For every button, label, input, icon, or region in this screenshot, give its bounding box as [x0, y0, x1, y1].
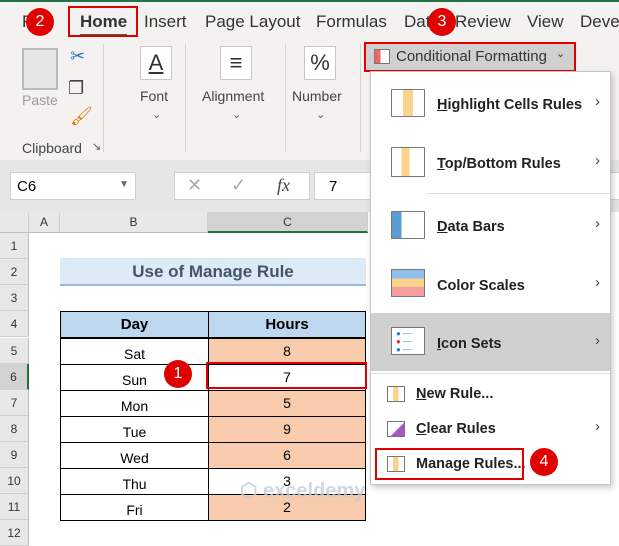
- tab-view[interactable]: View: [527, 12, 564, 32]
- menu-item-data-bars[interactable]: Data Bars ›: [371, 195, 610, 255]
- menu-label: Clear Rules: [416, 421, 496, 437]
- chevron-right-icon: ›: [595, 93, 600, 110]
- chevron-right-icon: ›: [595, 332, 600, 349]
- highlight-cells-icon: [391, 89, 425, 117]
- menu-label: New Rule...: [416, 386, 494, 402]
- enter-icon[interactable]: ✓: [231, 175, 246, 196]
- sheet-title: Use of Manage Rule: [60, 258, 366, 286]
- format-painter-icon[interactable]: 🖌: [70, 106, 93, 127]
- step-badge-3: 3: [428, 8, 456, 36]
- cell-day[interactable]: Fri: [60, 494, 209, 521]
- cancel-icon[interactable]: ✕: [187, 175, 202, 196]
- header-hours: Hours: [208, 311, 366, 338]
- top-bottom-icon: [391, 147, 425, 177]
- cond-format-highlight-box: [364, 42, 576, 72]
- row-header-4[interactable]: 4: [0, 311, 29, 337]
- dialog-launcher-icon[interactable]: ↘: [92, 140, 101, 153]
- paste-icon[interactable]: [22, 48, 58, 90]
- name-box[interactable]: C6 ▼: [10, 172, 136, 200]
- name-box-value: C6: [17, 178, 37, 195]
- row-header-5[interactable]: 5: [0, 338, 29, 364]
- row-header-12[interactable]: 12: [0, 520, 29, 546]
- menu-label: Color Scales: [437, 278, 525, 294]
- formula-buttons: ✕ ✓ fx: [174, 172, 310, 200]
- step-badge-1: 1: [164, 360, 192, 388]
- menu-item-new-rule[interactable]: New Rule...: [371, 378, 610, 410]
- row-header-11[interactable]: 11: [0, 494, 29, 520]
- column-header-b[interactable]: B: [60, 212, 208, 233]
- paste-button[interactable]: Paste: [22, 92, 58, 108]
- menu-item-highlight-cells-rules[interactable]: Highlight Cells Rules ›: [371, 73, 610, 133]
- row-header-7[interactable]: 7: [0, 390, 29, 416]
- font-group-button[interactable]: Font: [140, 88, 168, 104]
- row-header-2[interactable]: 2: [0, 259, 29, 285]
- clear-rules-icon: [387, 421, 405, 437]
- chevron-right-icon: ›: [595, 274, 600, 291]
- cell-hours[interactable]: 5: [208, 390, 366, 417]
- chevron-right-icon: ›: [595, 215, 600, 232]
- select-all[interactable]: [0, 212, 29, 233]
- menu-item-icon-sets[interactable]: ● — ● — ● — Icon Sets ›: [371, 313, 610, 371]
- icon-sets-icon: ● — ● — ● —: [391, 327, 425, 355]
- cell-hours[interactable]: 9: [208, 416, 366, 443]
- step-badge-4: 4: [530, 448, 558, 476]
- manage-rules-highlight-box: [375, 448, 524, 480]
- menu-label: Icon Sets: [437, 336, 502, 352]
- column-header-a[interactable]: A: [29, 212, 60, 233]
- cell-hours[interactable]: 6: [208, 442, 366, 469]
- new-rule-icon: [387, 386, 405, 402]
- menu-item-top-bottom-rules[interactable]: Top/Bottom Rules ›: [371, 133, 610, 193]
- row-header-3[interactable]: 3: [0, 285, 29, 311]
- menu-label: Highlight Cells Rules: [437, 97, 583, 113]
- percent-icon[interactable]: %: [304, 46, 336, 80]
- conditional-formatting-menu: Highlight Cells Rules › Top/Bottom Rules…: [370, 71, 611, 485]
- watermark-logo: ⬡ exceldemy: [240, 480, 366, 502]
- tab-page-layout[interactable]: Page Layout: [205, 12, 300, 32]
- cell-day[interactable]: Sat: [60, 338, 209, 365]
- clipboard-group-label: Clipboard: [22, 140, 82, 156]
- row-header-9[interactable]: 9: [0, 442, 29, 468]
- row-header-8[interactable]: 8: [0, 416, 29, 442]
- insert-function-icon[interactable]: fx: [277, 175, 290, 196]
- selected-cell-c6: [206, 362, 367, 389]
- column-header-c[interactable]: C: [208, 212, 368, 233]
- row-header-6[interactable]: 6: [0, 364, 29, 390]
- cell-day[interactable]: Thu: [60, 468, 209, 495]
- menu-label: Top/Bottom Rules: [437, 156, 561, 172]
- chevron-right-icon: ›: [595, 152, 600, 169]
- header-day: Day: [60, 311, 209, 338]
- cell-day[interactable]: Wed: [60, 442, 209, 469]
- menu-item-color-scales[interactable]: Color Scales ›: [371, 255, 610, 313]
- home-highlight-box: [68, 6, 138, 37]
- row-header-1[interactable]: 1: [0, 233, 29, 259]
- cell-hours[interactable]: 8: [208, 338, 366, 365]
- dropdown-icon: ▼: [119, 179, 129, 190]
- formula-value: 7: [329, 178, 338, 195]
- tab-insert[interactable]: Insert: [144, 12, 187, 32]
- alignment-icon[interactable]: ≡: [220, 46, 252, 80]
- alignment-group-button[interactable]: Alignment: [202, 88, 264, 104]
- number-group-button[interactable]: Number: [292, 88, 342, 104]
- font-icon[interactable]: A: [140, 46, 172, 80]
- tab-formulas[interactable]: Formulas: [316, 12, 387, 32]
- row-header-10[interactable]: 10: [0, 468, 29, 494]
- data-bars-icon: [391, 211, 425, 239]
- cut-icon[interactable]: ✂: [70, 46, 85, 67]
- copy-icon[interactable]: ❐: [68, 78, 84, 99]
- tab-developer[interactable]: Deve: [580, 12, 619, 32]
- menu-label: Data Bars: [437, 219, 505, 235]
- menu-item-clear-rules[interactable]: Clear Rules ›: [371, 413, 610, 445]
- step-badge-2: 2: [26, 8, 54, 36]
- tab-review[interactable]: Review: [455, 12, 511, 32]
- cell-day[interactable]: Tue: [60, 416, 209, 443]
- chevron-right-icon: ›: [595, 418, 600, 435]
- cell-day[interactable]: Mon: [60, 390, 209, 417]
- color-scales-icon: [391, 269, 425, 297]
